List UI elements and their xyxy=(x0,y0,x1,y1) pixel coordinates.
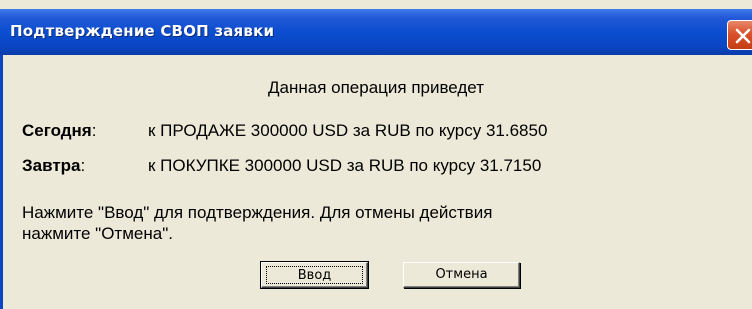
tomorrow-label-colon: : xyxy=(80,156,86,175)
close-button[interactable] xyxy=(727,20,752,50)
ok-button[interactable]: Ввод xyxy=(260,261,369,289)
tomorrow-operation-text: к ПОКУПКЕ 300000 USD за RUB по курсу 31.… xyxy=(148,156,542,175)
title-bar[interactable]: Подтверждение СВОП заявки xyxy=(0,9,752,55)
swap-confirmation-dialog: Подтверждение СВОП заявки Данная операци… xyxy=(0,0,752,309)
tomorrow-label: Завтра: xyxy=(22,156,85,176)
today-label-text: Сегодня xyxy=(22,121,92,140)
tomorrow-label-text: Завтра xyxy=(22,156,81,175)
cancel-button[interactable]: Отмена xyxy=(403,262,520,288)
ok-button-label: Ввод xyxy=(266,266,363,284)
today-label-colon: : xyxy=(91,121,97,140)
message-intro: Данная операция приведет xyxy=(268,78,484,97)
confirm-instruction-line1: Нажмите "Ввод" для подтверждения. Для от… xyxy=(22,203,493,222)
window-title: Подтверждение СВОП заявки xyxy=(10,22,275,40)
close-icon xyxy=(735,28,751,44)
confirm-instruction-line2: нажмите "Отмена". xyxy=(22,224,173,243)
today-label: Сегодня: xyxy=(22,121,96,141)
today-operation-text: к ПРОДАЖЕ 300000 USD за RUB по курсу 31.… xyxy=(148,121,548,140)
